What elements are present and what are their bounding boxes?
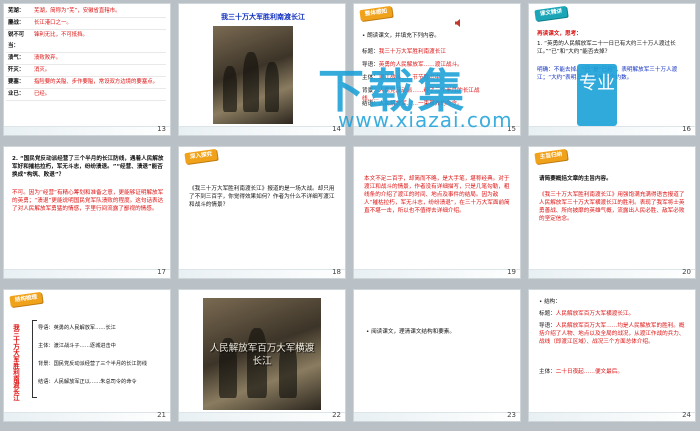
slide-thumbnail-13[interactable]: 芜湖： 芜湖，简称为“芜”，安徽省直辖市。 鏖战： 长江港口之一。 锐不可当： 锋利无…	[3, 3, 171, 136]
photo-caption: 人民解放军百万大军横渡长江	[209, 343, 315, 367]
term-definition: 指险要的关隘、步作要隘，常设双方边境的要塞点。	[32, 76, 166, 89]
term-definition: 芜湖，简称为“芜”，安徽省直辖市。	[32, 6, 166, 18]
term: 歼灭：	[6, 64, 32, 77]
section-badge: 结构梳理	[9, 291, 43, 308]
structure-row: 标题：人民解放军百万大军横渡长江。	[539, 311, 635, 317]
outline-line: 结语：人民解放军正以……朱总司令的命令	[38, 379, 137, 385]
outline-line: 背景：国民党反动派经营了三个半月的长江防线	[38, 361, 147, 367]
term-definition: 消灭。	[32, 64, 166, 77]
slide-number: 13	[157, 125, 166, 133]
slide-footer	[4, 412, 170, 421]
slide-question: 2. “国民党反动派经营了三个半月的长江防线，遇着人民解放军好和摧枯拉朽，军无斗…	[12, 156, 164, 178]
slide-footer	[354, 412, 520, 421]
term: 溃气：	[6, 52, 32, 65]
slide-footer	[4, 126, 170, 135]
slide-body: 《我三十万大军胜利南渡长江》报道的是一场大战。却只用了不到三百字，你觉得效果如何…	[189, 186, 335, 208]
slide-heading: 请简要概括文章的主旨内容。	[539, 176, 612, 182]
slide-thumbnail-22[interactable]: 人民解放军百万大军横渡长江 22	[178, 289, 346, 422]
slide-number: 20	[682, 268, 691, 276]
term-definition: 长江港口之一。	[32, 17, 166, 30]
slide-body: 本文不足二百字，却简而不略，是大手笔，堪称经典。对于渡江和战斗的情景，作者没有详…	[364, 176, 510, 214]
term: 锐不可当：	[6, 29, 32, 53]
slide-number: 18	[332, 268, 341, 276]
slide-heading: 再读课文，思考：	[537, 31, 582, 37]
section-badge: 整体感知	[359, 5, 393, 22]
term: 要塞：	[6, 76, 32, 89]
slide-intro: • 结构：	[539, 299, 561, 305]
outline-bracket	[32, 320, 37, 398]
slide-number: 19	[507, 268, 516, 276]
slide-number: 16	[682, 125, 691, 133]
slide-body: 《我三十万大军胜利南渡长江》用强饱满充满得语言报道了人民解放军三十万大军横渡长江…	[539, 192, 685, 222]
watermark-url: www.xiazai.com	[338, 108, 513, 132]
term: 鏖战：	[6, 17, 32, 30]
slide-thumbnail-19[interactable]: 本文不足二百字，却简而不略，是大手笔，堪称经典。对于渡江和战斗的情景，作者没有详…	[353, 146, 521, 279]
section-badge: 主旨归纳	[534, 148, 568, 165]
speaker-icon[interactable]	[454, 18, 464, 28]
slide-footer	[179, 412, 345, 421]
slide-thumbnail-24[interactable]: • 结构： 标题：人民解放军百万大军横渡长江。 导语：人民解放军百万大军……均是…	[528, 289, 696, 422]
slide-thumbnail-18[interactable]: 深入探究 《我三十万大军胜利南渡长江》报道的是一场大战。却只用了不到三百字，你觉…	[178, 146, 346, 279]
structure-row: 主体：二十日夜起……便文最后。	[539, 369, 623, 375]
term-definition: 溃败败弃。	[32, 52, 166, 65]
structure-row: 导语：人民解放军百万大军……均是人民解放军的胜利。概括介绍了人物、地点以及全局的…	[539, 323, 685, 345]
slide-footer	[179, 126, 345, 135]
slide-footer	[179, 269, 345, 278]
vertical-title: 我三十万大军胜利南渡长江	[12, 324, 20, 401]
outline-line: 主体：渡江战斗子……逐城进击中	[38, 343, 116, 349]
crossing-photo: 人民解放军百万大军横渡长江	[203, 298, 321, 410]
section-badge: 深入探究	[184, 148, 218, 165]
slide-thumbnail-21[interactable]: 结构梳理 我三十万大军胜利南渡长江 导语：英勇的人民解放军……长江 主体：渡江战…	[3, 289, 171, 422]
slide-thumbnail-20[interactable]: 主旨归纳 请简要概括文章的主旨内容。 《我三十万大军胜利南渡长江》用强饱满充满得…	[528, 146, 696, 279]
slide-thumbnail-23[interactable]: • 阅读课文，理清课文结构和要素。 23	[353, 289, 521, 422]
slide-thumbnail-17[interactable]: 2. “国民党反动派经营了三个半月的长江防线，遇着人民解放军好和摧枯拉朽，军无斗…	[3, 146, 171, 279]
slide-intro: • 阅读课文，理清课文结构和要素。	[366, 329, 455, 335]
outline-line: 导语：英勇的人民解放军……长江	[38, 325, 116, 331]
term: 业已：	[6, 88, 32, 101]
slide-title: 我三十万大军胜利南渡长江	[221, 13, 305, 21]
slide-answer: 不可。因为“经营”有精心筹划和准备之意，更能够证明解放军的英勇；“溃退”更能说明…	[12, 190, 164, 212]
slide-footer	[529, 269, 695, 278]
slide-question: 1. “英勇的人民解放军二十一日已有大约三十万人渡过长江。”“已”和“大约”能否…	[537, 41, 676, 55]
slide-number: 22	[332, 411, 341, 419]
terms-table: 芜湖： 芜湖，简称为“芜”，安徽省直辖市。 鏖战： 长江港口之一。 锐不可当： 锋利无…	[6, 6, 166, 101]
slide-number: 23	[507, 411, 516, 419]
term-definition: 锋利无比，不可抵挡。	[32, 29, 166, 53]
soldiers-photo	[213, 26, 293, 124]
slide-footer	[529, 126, 695, 135]
slide-sorter-grid: 芜湖： 芜湖，简称为“芜”，安徽省直辖市。 鏖战： 长江港口之一。 锐不可当： 锋利无…	[0, 0, 700, 431]
term: 芜湖：	[6, 6, 32, 18]
slide-footer	[354, 269, 520, 278]
slide-footer	[4, 269, 170, 278]
slide-number: 17	[157, 268, 166, 276]
term-definition: 已经。	[32, 88, 166, 101]
slide-number: 24	[682, 411, 691, 419]
section-badge: 课文精讲	[534, 5, 568, 22]
slide-footer	[529, 412, 695, 421]
slide-number: 21	[157, 411, 166, 419]
slide-intro: • 朗读课文，并填充下列内容。	[362, 33, 440, 39]
watermark-badge: 专业	[577, 64, 617, 126]
